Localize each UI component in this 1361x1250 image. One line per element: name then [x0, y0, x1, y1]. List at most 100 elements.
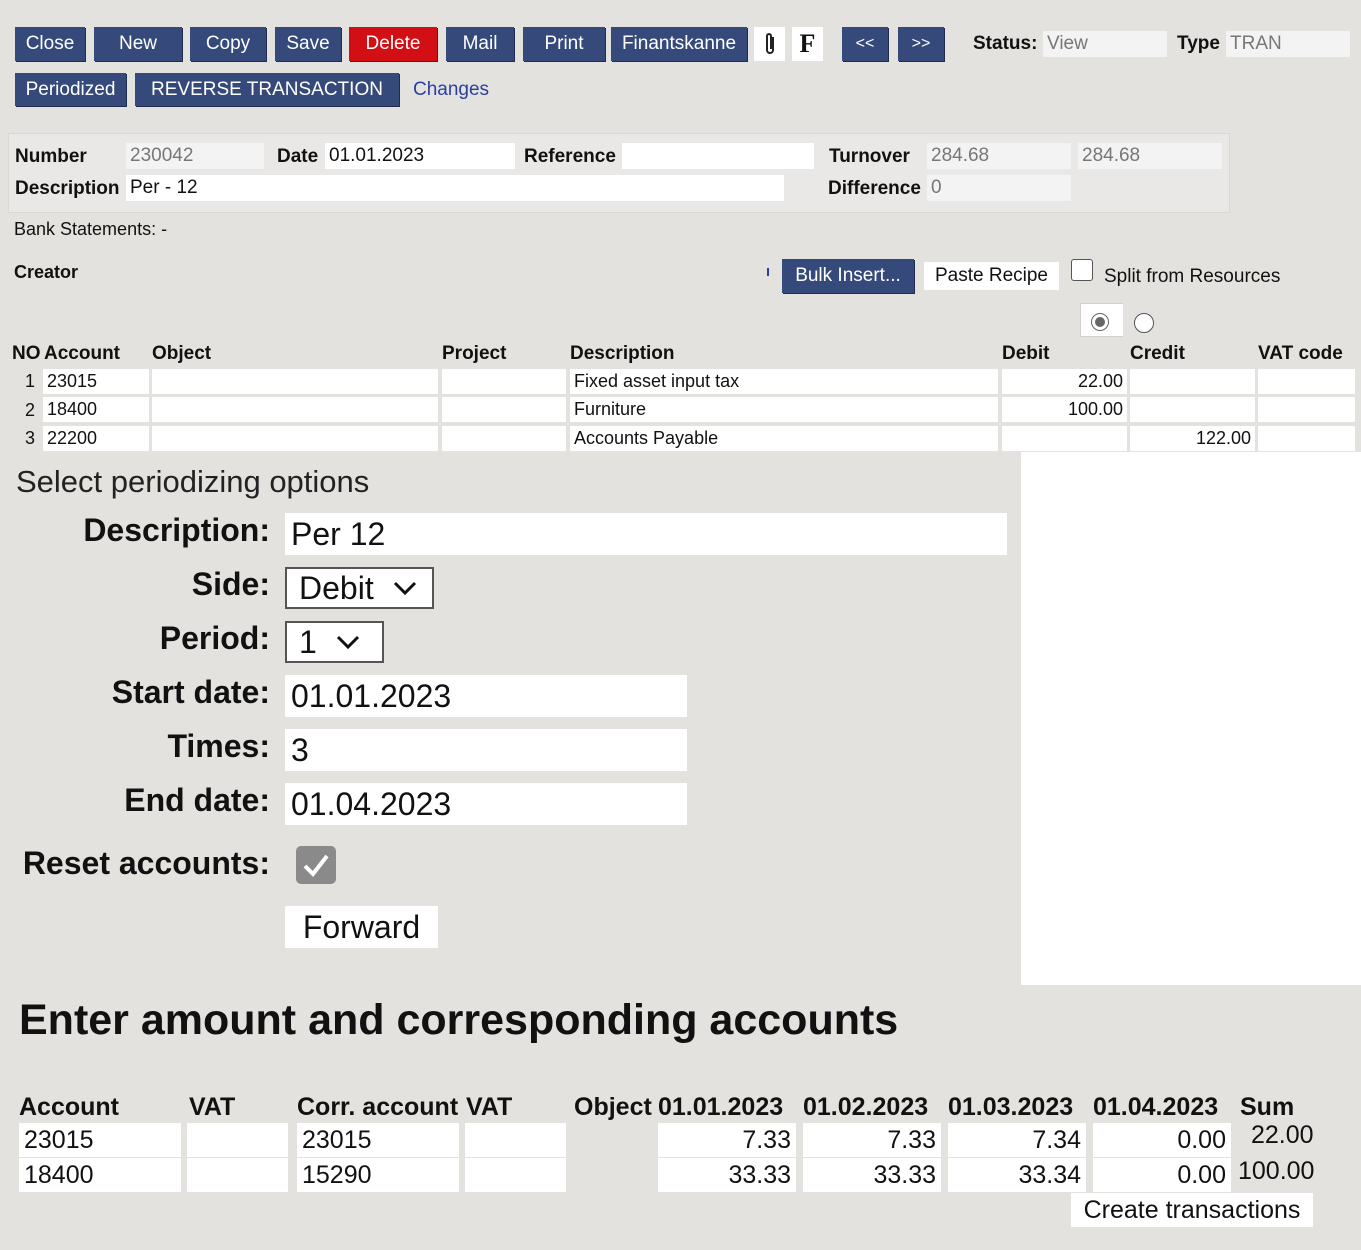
amt-corr-account-cell[interactable]: 23015 [297, 1123, 459, 1157]
amt-col-vat: VAT [189, 1093, 236, 1121]
row-description-cell[interactable]: Furniture [570, 397, 998, 422]
new-button[interactable]: New [94, 27, 182, 61]
copy-button[interactable]: Copy [190, 27, 266, 61]
radio-option-2[interactable] [1134, 313, 1154, 333]
times-input[interactable]: 3 [285, 729, 687, 771]
description-field[interactable]: Per - 12 [126, 175, 784, 201]
row-vat-cell[interactable] [1258, 369, 1355, 394]
reset-accounts-checkbox[interactable] [296, 846, 336, 884]
row-debit-cell[interactable] [1002, 426, 1127, 451]
row-credit-cell[interactable] [1130, 397, 1255, 422]
amt-sum-value: 100.00 [1238, 1157, 1315, 1185]
periodizing-title: Select periodizing options [16, 464, 370, 499]
row-debit-cell[interactable]: 22.00 [1002, 369, 1127, 394]
periodized-button[interactable]: Periodized [15, 73, 126, 106]
close-button[interactable]: Close [15, 27, 85, 61]
print-button[interactable]: Print [523, 27, 605, 61]
row-object-cell[interactable] [152, 426, 438, 451]
turnover-field-2: 284.68 [1078, 143, 1222, 169]
f-button[interactable]: F [792, 27, 823, 61]
amt-corr-account-cell[interactable]: 15290 [297, 1158, 459, 1192]
row-vat-cell[interactable] [1258, 397, 1355, 422]
reset-accounts-label: Reset accounts: [22, 845, 270, 881]
period-label: Period: [159, 620, 270, 656]
row-account-cell[interactable]: 18400 [43, 397, 149, 422]
create-transactions-button[interactable]: Create transactions [1071, 1193, 1313, 1227]
row-vat-cell[interactable] [1258, 426, 1355, 451]
col-object: Object [152, 343, 212, 364]
prev-button[interactable]: << [842, 27, 888, 61]
row-number: 3 [25, 428, 36, 448]
amt-col-d3: 01.03.2023 [948, 1093, 1074, 1121]
amt-d3-cell[interactable]: 7.34 [948, 1123, 1086, 1157]
next-button[interactable]: >> [898, 27, 944, 61]
attachment-icon[interactable] [754, 27, 785, 61]
split-resources-checkbox[interactable] [1071, 259, 1093, 281]
turnover-label: Turnover [829, 146, 910, 167]
creator-label: Creator [14, 262, 79, 282]
period-description-input[interactable]: Per 12 [285, 513, 1007, 555]
amt-vat2-cell[interactable] [465, 1123, 566, 1157]
amt-d4-cell[interactable]: 0.00 [1093, 1158, 1231, 1192]
amt-col-d1: 01.01.2023 [658, 1093, 784, 1121]
row-debit-cell[interactable]: 100.00 [1002, 397, 1127, 422]
amt-d1-cell[interactable]: 7.33 [658, 1123, 796, 1157]
amt-vat-cell[interactable] [187, 1158, 288, 1192]
amt-vat2-cell[interactable] [465, 1158, 566, 1192]
row-project-cell[interactable] [442, 426, 566, 451]
reverse-transaction-button[interactable]: REVERSE TRANSACTION [135, 73, 399, 106]
col-debit: Debit [1002, 343, 1050, 364]
finantskanne-button[interactable]: Finantskanne [611, 27, 747, 61]
date-field[interactable]: 01.01.2023 [325, 143, 515, 169]
col-vat-code: VAT code [1258, 343, 1343, 364]
amt-vat-cell[interactable] [187, 1123, 288, 1157]
period-select[interactable]: 1 [285, 621, 384, 663]
forward-button[interactable]: Forward [285, 906, 438, 948]
chevron-down-icon [336, 635, 359, 650]
reference-label: Reference [524, 146, 616, 167]
save-button[interactable]: Save [275, 27, 341, 61]
side-select[interactable]: Debit [285, 567, 434, 609]
amt-d4-cell[interactable]: 0.00 [1093, 1123, 1231, 1157]
amt-sum-value: 22.00 [1251, 1121, 1314, 1149]
amt-account-cell[interactable]: 23015 [19, 1123, 181, 1157]
row-project-cell[interactable] [442, 397, 566, 422]
amt-col-d2: 01.02.2023 [803, 1093, 929, 1121]
checkmark-icon [303, 854, 329, 878]
row-object-cell[interactable] [152, 397, 438, 422]
row-project-cell[interactable] [442, 369, 566, 394]
reference-field[interactable] [622, 143, 814, 169]
row-object-cell[interactable] [152, 369, 438, 394]
amt-d3-cell[interactable]: 33.34 [948, 1158, 1086, 1192]
row-description-cell[interactable]: Fixed asset input tax [570, 369, 998, 394]
row-account-cell[interactable]: 23015 [43, 369, 149, 394]
row-credit-cell[interactable] [1130, 369, 1255, 394]
amt-account-cell[interactable]: 18400 [19, 1158, 181, 1192]
side-label: Side: [191, 566, 270, 602]
mail-button[interactable]: Mail [446, 27, 514, 61]
bulk-insert-button[interactable]: Bulk Insert... [782, 259, 914, 293]
radio-option-1[interactable] [1091, 313, 1109, 331]
paste-recipe-button[interactable]: Paste Recipe [924, 262, 1059, 290]
col-credit: Credit [1130, 343, 1185, 364]
amt-col-d4: 01.04.2023 [1093, 1093, 1219, 1121]
col-no: NO [12, 343, 41, 364]
number-field: 230042 [126, 143, 264, 169]
end-date-input[interactable]: 01.04.2023 [285, 783, 687, 825]
row-account-cell[interactable]: 22200 [43, 426, 149, 451]
description-label: Description [15, 178, 120, 199]
row-description-cell[interactable]: Accounts Payable [570, 426, 998, 451]
amt-d2-cell[interactable]: 33.33 [803, 1158, 941, 1192]
difference-label: Difference [828, 178, 921, 199]
delete-button[interactable]: Delete [349, 27, 437, 61]
bank-statements: Bank Statements: - [14, 219, 168, 239]
amt-d1-cell[interactable]: 33.33 [658, 1158, 796, 1192]
changes-link[interactable]: Changes [413, 79, 489, 101]
col-account: Account [44, 343, 120, 364]
row-credit-cell[interactable]: 122.00 [1130, 426, 1255, 451]
col-project: Project [442, 343, 507, 364]
start-date-label: Start date: [111, 674, 270, 710]
start-date-input[interactable]: 01.01.2023 [285, 675, 687, 717]
times-label: Times: [167, 728, 270, 764]
amt-d2-cell[interactable]: 7.33 [803, 1123, 941, 1157]
